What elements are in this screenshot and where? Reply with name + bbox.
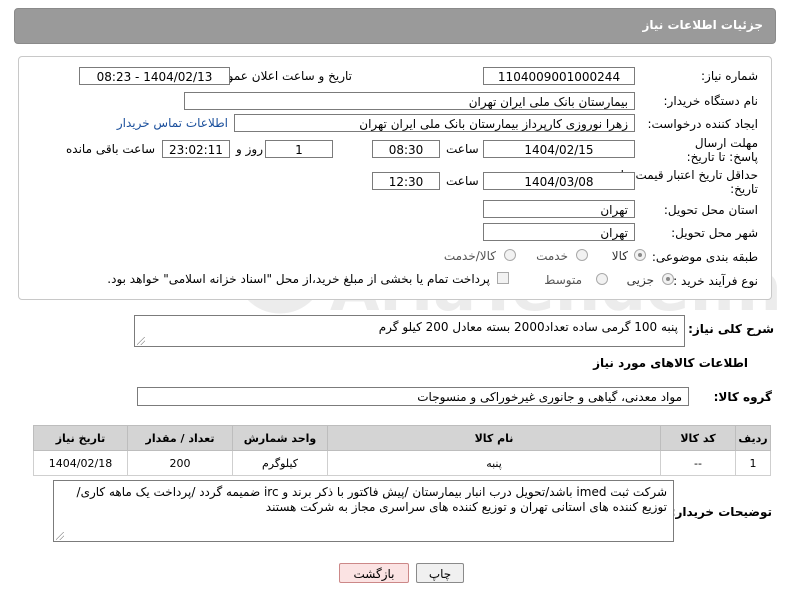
province-label: استان محل تحویل:	[663, 203, 758, 217]
item-unit: کیلوگرم	[232, 450, 328, 476]
back-button[interactable]: بازگشت	[339, 563, 409, 583]
treasury-payment-note: پرداخت تمام یا بخشی از مبلغ خرید،از محل …	[107, 272, 490, 286]
item-name: پنبه	[327, 450, 661, 476]
province-field[interactable]: تهران	[483, 200, 635, 218]
category-goods-label: کالا	[611, 249, 628, 263]
resize-grip-icon[interactable]	[56, 532, 64, 540]
city-label: شهر محل تحویل:	[671, 226, 758, 240]
buyer-notes-label: توضیحات خریدار:	[670, 505, 772, 519]
treasury-payment-checkbox[interactable]	[497, 272, 509, 284]
need-number-label: شماره نیاز:	[701, 69, 758, 83]
resize-grip-icon[interactable]	[137, 337, 145, 345]
need-summary-text: پنبه 100 گرمی ساده تعداد2000 بسته معادل …	[378, 320, 678, 334]
reply-time-field[interactable]: 08:30	[372, 140, 440, 158]
buyer-org-label: نام دستگاه خریدار:	[663, 94, 759, 108]
buyer-notes-text: شرکت ثبت imed باشد/تحویل درب انبار بیمار…	[76, 485, 667, 514]
time-remaining-field[interactable]: 23:02:11	[162, 140, 230, 158]
goods-group-label: گروه کالا:	[713, 390, 772, 404]
buyer-notes-textarea[interactable]: شرکت ثبت imed باشد/تحویل درب انبار بیمار…	[53, 480, 674, 542]
page-header: جزئیات اطلاعات نیاز	[14, 8, 776, 44]
col-item-name: نام کالا	[327, 425, 661, 451]
col-item-code: کد کالا	[660, 425, 736, 451]
col-quantity: تعداد / مقدار	[127, 425, 233, 451]
buyer-org-field[interactable]: بیمارستان بانک ملی ایران تهران	[184, 92, 635, 110]
price-validity-date-field[interactable]: 1404/03/08	[483, 172, 635, 190]
price-validity-time-field[interactable]: 12:30	[372, 172, 440, 190]
goods-group-field[interactable]: مواد معدنی، گیاهی و جانوری غیرخوراکی و م…	[137, 387, 689, 406]
need-summary-textarea[interactable]: پنبه 100 گرمی ساده تعداد2000 بسته معادل …	[134, 315, 685, 347]
item-code: --	[660, 450, 736, 476]
category-radio-service[interactable]	[576, 249, 588, 261]
announce-datetime-field[interactable]: 1404/02/13 - 08:23	[79, 67, 230, 85]
table-row[interactable]: 1 -- پنبه کیلوگرم 200 1404/02/18	[33, 450, 771, 476]
category-goods-service-label: کالا/خدمت	[443, 249, 496, 263]
category-radio-goods[interactable]	[634, 249, 646, 261]
item-need-date: 1404/02/18	[33, 450, 128, 476]
col-unit: واحد شمارش	[232, 425, 328, 451]
reply-time-label: ساعت	[446, 142, 479, 156]
city-field[interactable]: تهران	[483, 223, 635, 241]
purchase-type-label: نوع فرآیند خرید :	[673, 274, 758, 288]
price-validity-label: حداقل تاریخ اعتبار قیمت: تا تاریخ:	[620, 168, 758, 196]
requester-field[interactable]: زهرا نوروزی کارپرداز بیمارستان بانک ملی …	[234, 114, 635, 132]
purchase-medium-label: متوسط	[544, 273, 582, 287]
purchase-minor-label: جزیی	[626, 273, 654, 287]
requester-label: ایجاد کننده درخواست:	[647, 117, 758, 131]
col-need-date: تاریخ نیاز	[33, 425, 128, 451]
buyer-contact-link[interactable]: اطلاعات تماس خریدار	[117, 116, 228, 130]
reply-date-field[interactable]: 1404/02/15	[483, 140, 635, 158]
category-radio-goods-service[interactable]	[504, 249, 516, 261]
time-remaining-label: ساعت باقی مانده	[66, 142, 156, 156]
goods-table: ردیف کد کالا نام کالا واحد شمارش تعداد /…	[33, 425, 771, 476]
col-row-number: ردیف	[735, 425, 771, 451]
price-validity-time-label: ساعت	[446, 174, 479, 188]
row-number: 1	[735, 450, 771, 476]
purchase-radio-medium[interactable]	[596, 273, 608, 285]
goods-table-header: ردیف کد کالا نام کالا واحد شمارش تعداد /…	[33, 425, 771, 451]
days-remaining-field[interactable]: 1	[265, 140, 333, 158]
goods-section-title: اطلاعات کالاهای مورد نیاز	[593, 356, 748, 370]
category-service-label: خدمت	[536, 249, 568, 263]
reply-deadline-label: مهلت ارسال پاسخ: تا تاریخ:	[686, 136, 758, 164]
page-title: جزئیات اطلاعات نیاز	[642, 18, 763, 32]
print-button[interactable]: چاپ	[416, 563, 464, 583]
need-number-field[interactable]: 1104009001000244	[483, 67, 635, 85]
purchase-radio-minor[interactable]	[662, 273, 674, 285]
days-label: روز و	[236, 142, 263, 156]
item-quantity: 200	[127, 450, 233, 476]
category-label: طبقه بندی موضوعی:	[651, 250, 758, 264]
need-summary-label: شرح کلی نیاز:	[688, 322, 774, 336]
